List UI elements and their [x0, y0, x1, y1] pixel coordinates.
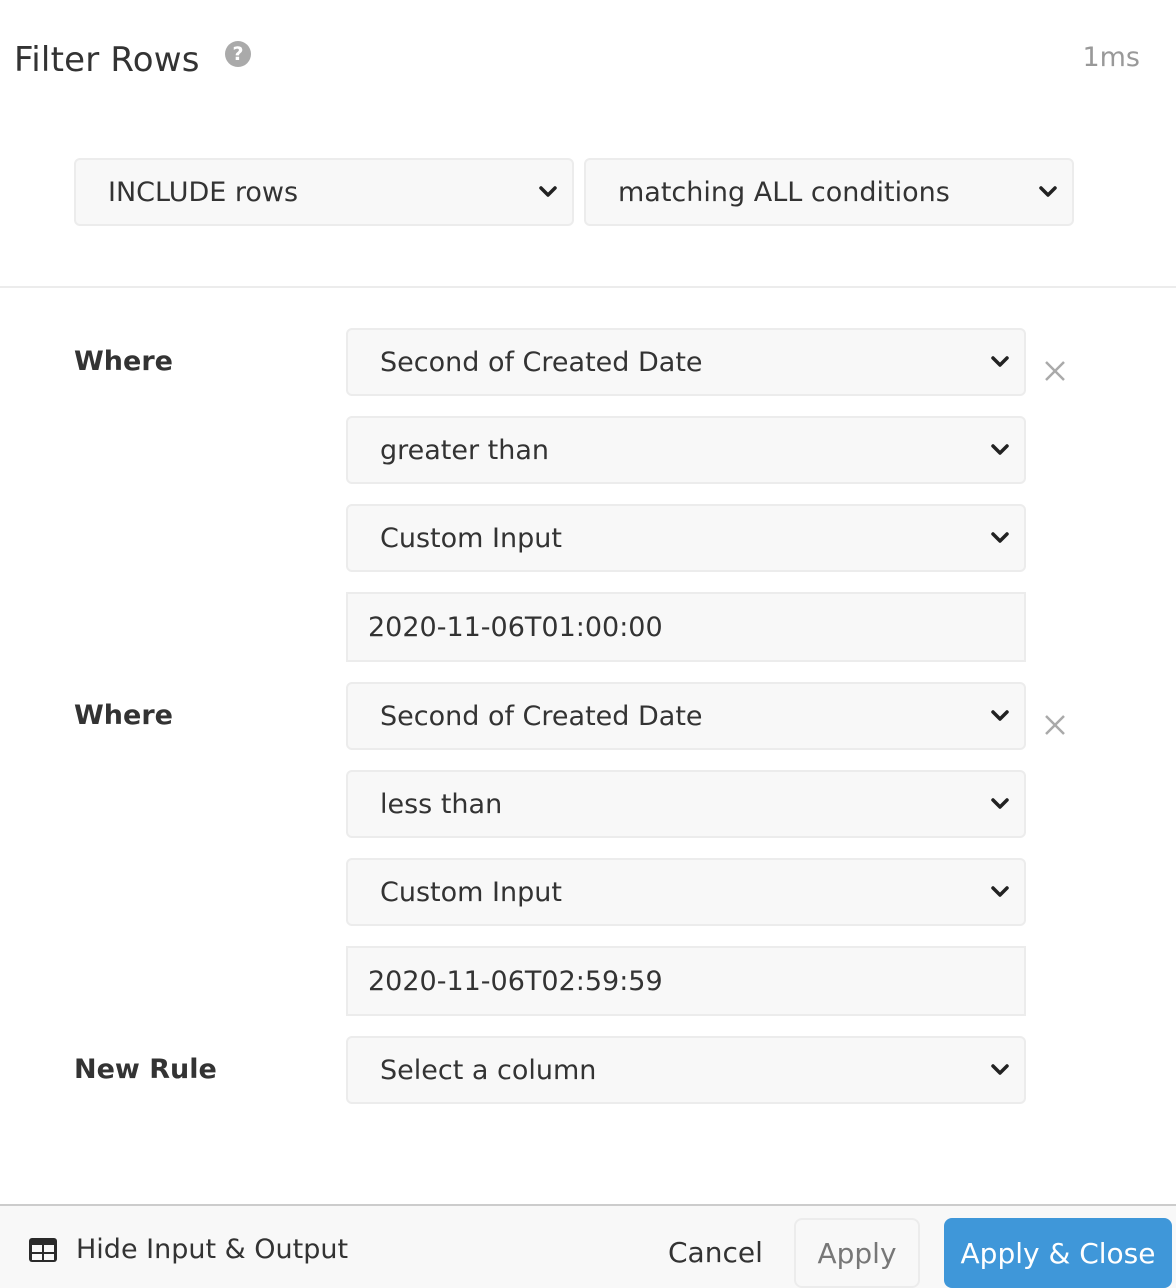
rule-column-select[interactable]: Second of Created Date	[346, 328, 1026, 396]
chevron-down-icon	[980, 860, 1020, 924]
rule-operator-select[interactable]: greater than	[346, 416, 1026, 484]
rule-value-type-select[interactable]: Custom Input	[346, 858, 1026, 926]
rule-column-value: Second of Created Date	[380, 700, 703, 732]
remove-rule-icon[interactable]	[1040, 356, 1070, 386]
new-rule-column-select[interactable]: Select a column	[346, 1036, 1026, 1104]
include-mode-select[interactable]: INCLUDE rows	[74, 158, 574, 226]
rule-operator-value: less than	[380, 788, 503, 820]
hide-input-output-button[interactable]: Hide Input & Output	[28, 1234, 348, 1265]
rule-value-input[interactable]: 2020-11-06T02:59:59	[346, 946, 1026, 1016]
apply-close-button[interactable]: Apply & Close	[944, 1218, 1172, 1288]
chevron-down-icon	[980, 330, 1020, 394]
page-title: Filter Rows	[14, 40, 200, 80]
new-rule-label: New Rule	[74, 1054, 217, 1085]
chevron-down-icon	[980, 684, 1020, 748]
apply-button[interactable]: Apply	[794, 1218, 920, 1288]
new-rule-placeholder: Select a column	[380, 1054, 597, 1086]
match-mode-value: matching ALL conditions	[618, 176, 950, 208]
execution-time: 1ms	[1082, 42, 1140, 73]
rule-label: Where	[74, 700, 173, 731]
chevron-down-icon	[980, 506, 1020, 570]
chevron-down-icon	[980, 772, 1020, 836]
rule-value-type-value: Custom Input	[380, 876, 562, 908]
cancel-button[interactable]: Cancel	[668, 1236, 763, 1269]
match-mode-select[interactable]: matching ALL conditions	[584, 158, 1074, 226]
rule-column-value: Second of Created Date	[380, 346, 703, 378]
chevron-down-icon	[528, 160, 568, 224]
rule-operator-value: greater than	[380, 434, 550, 466]
chevron-down-icon	[980, 1038, 1020, 1102]
chevron-down-icon	[980, 418, 1020, 482]
rule-value-type-value: Custom Input	[380, 522, 562, 554]
include-mode-value: INCLUDE rows	[108, 176, 299, 208]
footer-bar: Hide Input & Output Cancel Apply Apply &…	[0, 1204, 1176, 1288]
rule-column-select[interactable]: Second of Created Date	[346, 682, 1026, 750]
question-circle-icon[interactable]: ?	[225, 41, 251, 67]
remove-rule-icon[interactable]	[1040, 710, 1070, 740]
chevron-down-icon	[1028, 160, 1068, 224]
rule-value-type-select[interactable]: Custom Input	[346, 504, 1026, 572]
hide-input-output-label: Hide Input & Output	[76, 1234, 349, 1265]
rule-label: Where	[74, 346, 173, 377]
rule-value-input[interactable]: 2020-11-06T01:00:00	[346, 592, 1026, 662]
section-divider	[0, 286, 1176, 288]
table-icon	[29, 1237, 57, 1262]
filter-rows-panel: Filter Rows ? 1ms INCLUDE rows matching …	[0, 0, 1176, 1288]
rule-operator-select[interactable]: less than	[346, 770, 1026, 838]
